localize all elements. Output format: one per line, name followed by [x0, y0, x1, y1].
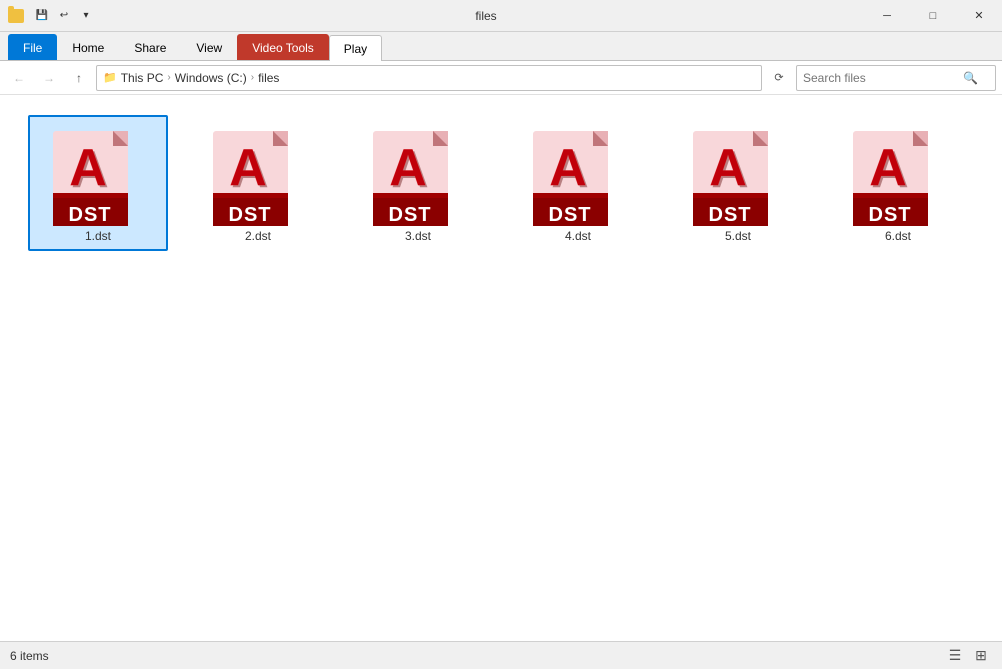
qs-dropdown-btn[interactable]: ▾	[76, 6, 96, 26]
window-title: files	[108, 9, 864, 23]
search-input[interactable]	[803, 71, 963, 85]
files-grid: DST A A A 1.dst DST	[20, 107, 982, 259]
file-item-6[interactable]: DST A A A 6.dst	[828, 115, 968, 251]
svg-text:DST: DST	[549, 204, 592, 226]
svg-text:A: A	[869, 139, 907, 197]
file-item-3[interactable]: DST A A A 3.dst	[348, 115, 488, 251]
dst-file-icon: DST A A A	[848, 123, 948, 223]
item-count: 6 items	[10, 649, 49, 663]
forward-button[interactable]: →	[36, 65, 62, 91]
svg-text:DST: DST	[709, 204, 752, 226]
minimize-button[interactable]: ─	[864, 0, 910, 32]
dst-file-icon: DST A A A	[48, 123, 148, 223]
file-item-2[interactable]: DST A A A 2.dst	[188, 115, 328, 251]
content-area: DST A A A 1.dst DST	[0, 95, 1002, 641]
window-controls: ─ □ ✕	[864, 0, 1002, 32]
folder-icon	[8, 9, 24, 23]
svg-text:DST: DST	[229, 204, 272, 226]
tab-video-tools[interactable]: Video Tools	[237, 34, 329, 60]
title-bar-left: 💾 ↩ ▾	[0, 6, 108, 26]
tab-play[interactable]: Play	[329, 35, 382, 61]
close-button[interactable]: ✕	[956, 0, 1002, 32]
address-bar[interactable]: 📁 This PC › Windows (C:) › files	[96, 65, 762, 91]
breadcrumb-files: files	[258, 71, 279, 85]
back-button[interactable]: ←	[6, 65, 32, 91]
view-controls: ☰ ⊞	[944, 645, 992, 667]
status-bar: 6 items ☰ ⊞	[0, 641, 1002, 669]
tab-home[interactable]: Home	[57, 34, 119, 60]
nav-bar: ← → ↑ 📁 This PC › Windows (C:) › files ⟳…	[0, 61, 1002, 95]
refresh-button[interactable]: ⟳	[766, 65, 792, 91]
file-item-1[interactable]: DST A A A 1.dst	[28, 115, 168, 251]
breadcrumb: 📁 This PC › Windows (C:) › files	[103, 71, 279, 85]
svg-text:DST: DST	[389, 204, 432, 226]
undo-qs-btn[interactable]: ↩	[54, 6, 74, 26]
svg-text:A: A	[549, 139, 587, 197]
save-qs-btn[interactable]: 💾	[32, 6, 52, 26]
svg-text:DST: DST	[869, 204, 912, 226]
file-item-4[interactable]: DST A A A 4.dst	[508, 115, 648, 251]
large-icons-view-btn[interactable]: ⊞	[970, 645, 992, 667]
tab-view[interactable]: View	[181, 34, 237, 60]
search-bar[interactable]: 🔍	[796, 65, 996, 91]
quick-access-toolbar: 💾 ↩ ▾	[28, 6, 100, 26]
dst-file-icon: DST A A A	[368, 123, 468, 223]
breadcrumb-this-pc: This PC	[121, 71, 164, 85]
svg-text:A: A	[229, 139, 267, 197]
ribbon: File Home Share View Video Tools Play	[0, 32, 1002, 61]
breadcrumb-sep-2: ›	[251, 72, 254, 83]
breadcrumb-windows-c: Windows (C:)	[175, 71, 247, 85]
details-view-btn[interactable]: ☰	[944, 645, 966, 667]
svg-text:A: A	[389, 139, 427, 197]
dst-file-icon: DST A A A	[528, 123, 628, 223]
svg-text:A: A	[69, 139, 107, 197]
dst-file-icon: DST A A A	[688, 123, 788, 223]
svg-text:DST: DST	[69, 204, 112, 226]
tab-share[interactable]: Share	[119, 34, 181, 60]
ribbon-tabs: File Home Share View Video Tools Play	[0, 32, 1002, 60]
tab-file[interactable]: File	[8, 34, 57, 60]
search-icon: 🔍	[963, 71, 978, 85]
title-bar: 💾 ↩ ▾ files ─ □ ✕	[0, 0, 1002, 32]
file-item-5[interactable]: DST A A A 5.dst	[668, 115, 808, 251]
up-button[interactable]: ↑	[66, 65, 92, 91]
breadcrumb-sep-1: ›	[167, 72, 170, 83]
svg-text:A: A	[709, 139, 747, 197]
breadcrumb-folder-icon: 📁	[103, 71, 117, 84]
maximize-button[interactable]: □	[910, 0, 956, 32]
dst-file-icon: DST A A A	[208, 123, 308, 223]
